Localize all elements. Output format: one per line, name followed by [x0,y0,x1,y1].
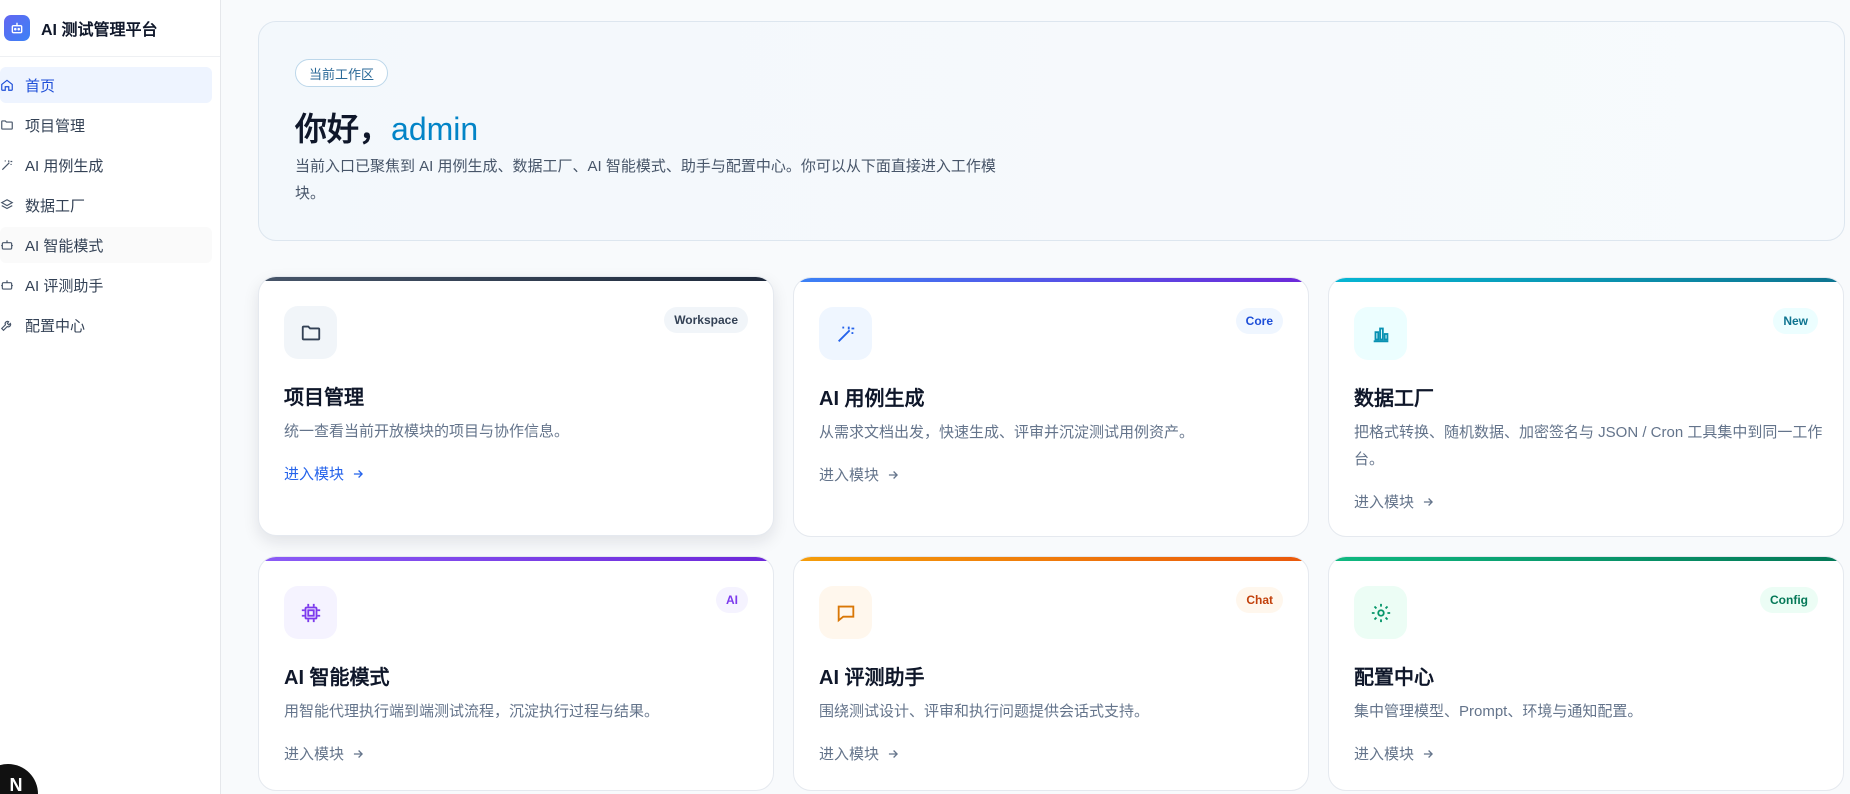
card-tag: Chat [1236,587,1283,613]
magic-wand-icon [0,158,14,172]
card-tag: New [1773,308,1818,334]
card-accent-bar [1329,557,1843,561]
card-tag: Workspace [664,307,748,333]
sidebar-item-config[interactable]: 配置中心 [0,307,212,343]
card-title: 配置中心 [1354,667,1434,689]
module-card-ai-eval[interactable]: Chat AI 评测助手 围绕测试设计、评审和执行问题提供会话式支持。 进入模块 [793,556,1309,791]
cpu-chip-icon [284,586,337,639]
bar-chart-icon [1354,307,1407,360]
sidebar-nav: 首页 项目管理 AI 用例生成 数据工厂 AI 智能模式 AI 评测助手 配置中… [0,57,220,343]
sidebar-item-projects[interactable]: 项目管理 [0,107,212,143]
bot-icon [0,238,14,252]
arrow-right-icon [1423,749,1434,758]
gear-icon [1354,586,1407,639]
sidebar-item-label: 项目管理 [25,117,86,135]
sidebar-item-label: AI 用例生成 [25,157,104,175]
enter-module-link[interactable]: 进入模块 [284,743,365,764]
card-tag: Core [1235,308,1283,334]
arrow-right-icon [1423,497,1434,506]
brand[interactable]: AI 测试管理平台 [0,0,220,57]
card-description: 用智能代理执行端到端测试流程，沉淀执行过程与结果。 [284,703,660,720]
module-card-config[interactable]: Config 配置中心 集中管理模型、Prompt、环境与通知配置。 进入模块 [1328,556,1844,791]
sidebar-item-label: AI 智能模式 [25,237,104,255]
card-tag: Config [1760,587,1818,613]
arrow-right-icon [353,469,364,478]
robot-icon [4,15,30,41]
card-description: 围绕测试设计、评审和执行问题提供会话式支持。 [819,703,1150,720]
card-accent-bar [259,557,773,561]
folder-icon [0,118,14,132]
enter-module-link[interactable]: 进入模块 [819,743,900,764]
enter-module-link[interactable]: 进入模块 [819,464,900,485]
arrow-right-icon [888,470,899,479]
bot-icon [0,278,14,292]
sidebar-item-label: 数据工厂 [25,197,86,215]
arrow-right-icon [888,749,899,758]
enter-module-link[interactable]: 进入模块 [1354,743,1435,764]
card-accent-bar [794,278,1308,282]
card-description: 集中管理模型、Prompt、环境与通知配置。 [1354,703,1643,720]
module-card-ai-smart[interactable]: AI AI 智能模式 用智能代理执行端到端测试流程，沉淀执行过程与结果。 进入模… [258,556,774,791]
magic-wand-icon [819,307,872,360]
card-title: 项目管理 [284,387,364,409]
welcome-hero: 当前工作区 你好，admin 当前入口已聚焦到 AI 用例生成、数据工厂、AI … [258,21,1845,241]
sidebar-item-label: AI 评测助手 [25,277,104,295]
sidebar-item-label: 首页 [25,77,56,95]
home-icon [0,78,14,92]
card-accent-bar [794,557,1308,561]
enter-module-link[interactable]: 进入模块 [284,463,365,484]
card-title: AI 用例生成 [819,388,925,410]
arrow-right-icon [353,749,364,758]
enter-module-link[interactable]: 进入模块 [1354,491,1435,512]
module-card-ai-cases[interactable]: Core AI 用例生成 从需求文档出发，快速生成、评审并沉淀测试用例资产。 进… [793,277,1309,537]
hero-description: 当前入口已聚焦到 AI 用例生成、数据工厂、AI 智能模式、助手与配置中心。你可… [295,158,996,202]
card-description: 把格式转换、随机数据、加密签名与 JSON / Cron 工具集中到同一工作台。 [1354,424,1823,468]
card-title: AI 评测助手 [819,667,925,689]
sidebar-item-label: 配置中心 [25,317,86,335]
chat-bubble-icon [819,586,872,639]
sidebar-item-ai-cases[interactable]: AI 用例生成 [0,147,212,183]
card-tag: AI [716,587,748,613]
username: admin [391,111,479,147]
card-description: 从需求文档出发，快速生成、评审并沉淀测试用例资产。 [819,424,1195,441]
greeting-title: 你好，admin [295,111,479,147]
card-accent-bar [259,277,773,281]
sidebar-item-ai-eval[interactable]: AI 评测助手 [0,267,212,303]
app-title: AI 测试管理平台 [41,22,158,39]
card-title: 数据工厂 [1354,388,1434,410]
wrench-icon [0,318,14,332]
sidebar-item-data-factory[interactable]: 数据工厂 [0,187,212,223]
sidebar-item-ai-smart[interactable]: AI 智能模式 [0,227,212,263]
folder-icon [284,306,337,359]
workspace-chip: 当前工作区 [295,59,389,87]
card-description: 统一查看当前开放模块的项目与协作信息。 [284,423,570,440]
layers-icon [0,198,14,212]
module-card-projects[interactable]: Workspace 项目管理 统一查看当前开放模块的项目与协作信息。 进入模块 [258,276,774,536]
dev-indicator-badge[interactable]: N [0,764,38,794]
card-title: AI 智能模式 [284,667,390,689]
card-accent-bar [1329,278,1843,282]
module-card-data-factory[interactable]: New 数据工厂 把格式转换、随机数据、加密签名与 JSON / Cron 工具… [1328,277,1844,537]
sidebar: AI 测试管理平台 首页 项目管理 AI 用例生成 数据工厂 AI 智能模式 A… [0,0,221,794]
sidebar-item-home[interactable]: 首页 [0,67,212,103]
